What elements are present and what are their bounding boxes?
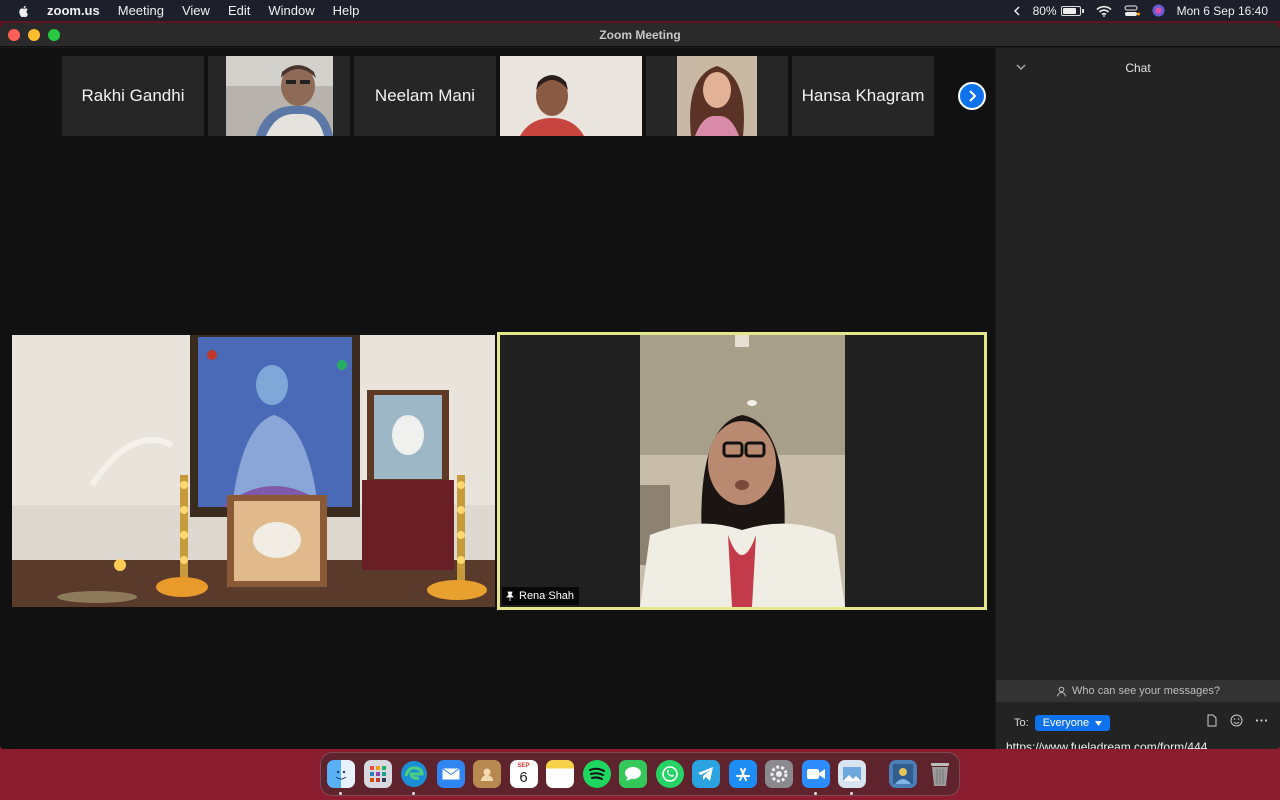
- app-store-glyph: [735, 768, 750, 781]
- menu-view[interactable]: View: [182, 3, 210, 18]
- participant-video-tile[interactable]: [500, 56, 642, 136]
- participant-video-tile[interactable]: [208, 56, 350, 136]
- mail-icon[interactable]: [436, 760, 465, 788]
- menu-window[interactable]: Window: [268, 3, 314, 18]
- chat-tools: [1206, 714, 1268, 727]
- edge-icon[interactable]: [400, 760, 428, 795]
- chat-title: Chat: [1125, 61, 1151, 75]
- participant-name: Rakhi Gandhi: [81, 86, 185, 105]
- trash-can: [930, 763, 949, 786]
- running-indicator: [813, 792, 817, 795]
- speech-bubble: [625, 767, 641, 781]
- chat-panel: Chat Who can see your messages? To: Ever…: [996, 48, 1280, 749]
- chat-message-input[interactable]: https://www.fueladream.com/form/444: [1006, 740, 1207, 749]
- emoji-icon[interactable]: [1230, 714, 1243, 727]
- telegram-icon[interactable]: [692, 760, 720, 788]
- pin-icon: [506, 591, 514, 601]
- contacts-icon[interactable]: [473, 760, 501, 788]
- running-indicator: [339, 792, 342, 795]
- battery-tip: [1081, 8, 1084, 13]
- battery-status[interactable]: 80%: [1033, 4, 1084, 18]
- menu-meeting[interactable]: Meeting: [118, 3, 164, 18]
- gear-icon: [770, 765, 788, 783]
- calendar-icon[interactable]: SEP 6: [509, 760, 538, 788]
- preview-icon[interactable]: [838, 760, 866, 795]
- shrine-video: [12, 335, 495, 607]
- edge-logo: [401, 761, 427, 787]
- chevron-right-icon: [969, 90, 977, 102]
- app-store-icon[interactable]: [728, 760, 757, 788]
- participant-video-tile[interactable]: [646, 56, 788, 136]
- finder-icon[interactable]: [327, 760, 355, 795]
- photos-glyph: [843, 767, 861, 781]
- title-bar: Zoom Meeting: [0, 23, 1280, 47]
- whatsapp-icon[interactable]: [655, 760, 684, 788]
- messages-icon[interactable]: [619, 760, 647, 788]
- menu-help[interactable]: Help: [333, 3, 360, 18]
- recipient-row: To: Everyone: [1014, 715, 1111, 731]
- calendar-day: 6: [519, 768, 528, 786]
- launchpad-grid: [369, 766, 386, 782]
- whatsapp-phone: [661, 766, 678, 782]
- siri-icon[interactable]: [1152, 4, 1165, 17]
- contact-silhouette: [481, 768, 493, 781]
- battery-fill: [1062, 7, 1076, 14]
- menu-bar: zoom.us Meeting View Edit Window Help 80…: [0, 0, 1280, 21]
- recipient-value: Everyone: [1042, 717, 1090, 729]
- wifi-icon[interactable]: [1096, 5, 1112, 17]
- more-icon[interactable]: [1255, 714, 1268, 727]
- control-center-icon[interactable]: [1124, 5, 1140, 17]
- participant-video: [226, 56, 333, 136]
- participant-video-shrine[interactable]: [12, 335, 495, 607]
- launchpad-icon[interactable]: [363, 760, 392, 788]
- participant-video: [500, 56, 642, 136]
- window-title: Zoom Meeting: [599, 27, 681, 42]
- running-indicator: [850, 792, 853, 795]
- zoom-icon[interactable]: [801, 760, 830, 795]
- to-label: To:: [1014, 717, 1029, 729]
- speaker-name: Rena Shah: [519, 590, 575, 602]
- participant-video: [677, 56, 757, 136]
- trash-icon[interactable]: [926, 760, 954, 788]
- video-camera-icon: [806, 769, 825, 779]
- menu-edit[interactable]: Edit: [228, 3, 250, 18]
- running-indicator: [412, 792, 415, 795]
- recipient-dropdown[interactable]: Everyone: [1034, 715, 1111, 731]
- message-visibility-info[interactable]: Who can see your messages?: [996, 680, 1280, 702]
- participant-name: Hansa Khagram: [801, 86, 925, 105]
- paper-plane: [698, 767, 713, 781]
- meeting-area: Rakhi Gandhi Neelam Mani Hansa Khagram R…: [0, 48, 995, 749]
- participant-name: Neelam Mani: [374, 86, 476, 105]
- spotify-icon[interactable]: [582, 760, 611, 788]
- battery-icon: [1060, 5, 1081, 16]
- file-icon[interactable]: [1206, 714, 1218, 727]
- speaker-name-badge: Rena Shah: [502, 587, 580, 605]
- app-name-menu[interactable]: zoom.us: [47, 3, 100, 18]
- spotify-waves: [588, 767, 605, 780]
- participant-tile[interactable]: Neelam Mani: [354, 56, 496, 136]
- apple-menu-icon[interactable]: [17, 4, 31, 18]
- participant-filmstrip: Rakhi Gandhi Neelam Mani Hansa Khagram: [62, 56, 934, 136]
- image-thumbnail: [893, 764, 913, 784]
- next-page-button[interactable]: [958, 82, 986, 110]
- clock[interactable]: Mon 6 Sep 16:40: [1177, 4, 1268, 18]
- participant-tile[interactable]: Hansa Khagram: [792, 56, 934, 136]
- chevron-left-icon[interactable]: [1013, 5, 1021, 16]
- speaker-camera-feed: [640, 335, 845, 607]
- battery-percent: 80%: [1032, 3, 1057, 18]
- chat-header: Chat: [996, 48, 1280, 88]
- envelope: [441, 768, 460, 780]
- system-preferences-icon[interactable]: [765, 760, 793, 788]
- active-speaker-video[interactable]: Rena Shah: [497, 332, 987, 610]
- dock: SEP 6: [320, 752, 960, 796]
- finder-face: [335, 770, 347, 780]
- image-stack-icon[interactable]: [889, 760, 917, 788]
- participant-tile[interactable]: Rakhi Gandhi: [62, 56, 204, 136]
- visibility-text: Who can see your messages?: [1072, 685, 1220, 697]
- person-icon: [1057, 686, 1067, 697]
- notes-icon[interactable]: [546, 760, 574, 788]
- caret-down-icon: [1095, 720, 1103, 726]
- zoom-window: Zoom Meeting Rakhi Gandhi Neelam Mani Ha…: [0, 23, 1280, 749]
